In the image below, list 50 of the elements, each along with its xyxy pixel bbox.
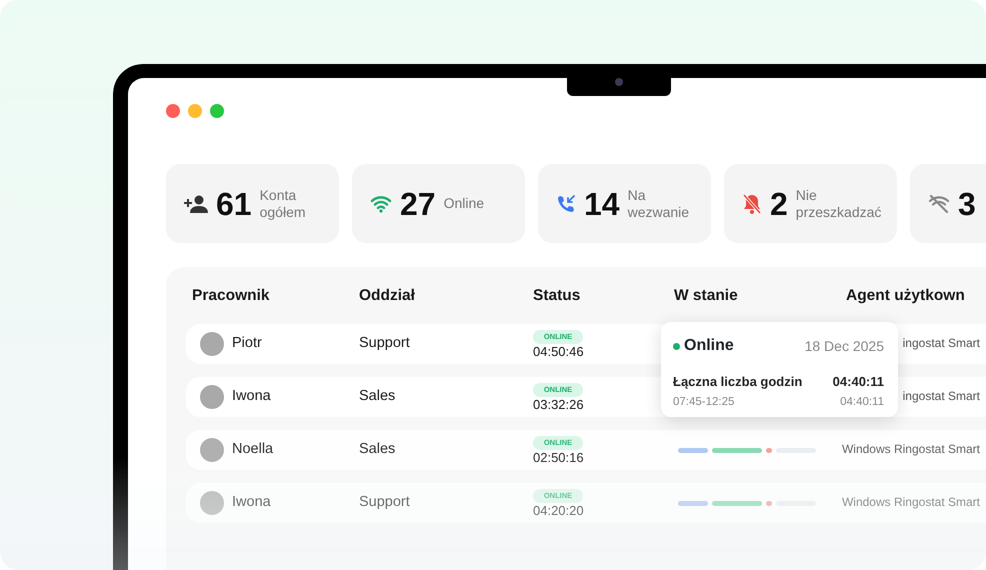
status-time: 04:20:20 xyxy=(533,502,585,518)
time-range: 07:45-12:25 xyxy=(673,394,734,410)
user-agent: Windows Ringostat Smart xyxy=(842,442,981,456)
avatar xyxy=(200,491,224,515)
department: Support xyxy=(359,335,410,352)
department: Sales xyxy=(359,441,396,458)
incoming-call-icon xyxy=(556,194,576,214)
column-header: W stanie xyxy=(674,287,738,304)
avatar xyxy=(200,438,224,462)
stat-label: Online xyxy=(444,195,484,212)
stat-value: 27 xyxy=(400,184,436,224)
status-dot xyxy=(673,342,680,350)
total-hours: 04:40:11 xyxy=(832,373,884,391)
employee-name: Piotr xyxy=(232,334,262,354)
bell-off-icon xyxy=(742,192,762,214)
camera-icon xyxy=(615,78,623,86)
close-button[interactable] xyxy=(166,104,180,118)
employee-name: Iwona xyxy=(232,493,271,512)
avatar xyxy=(200,385,224,409)
minimize-button[interactable] xyxy=(188,104,202,118)
user-agent: Windows Ringostat Smart xyxy=(842,495,981,510)
person-add-icon xyxy=(184,194,208,214)
department: Sales xyxy=(359,388,396,404)
date: 18 Dec 2025 xyxy=(804,336,884,356)
range-hours: 04:40:11 xyxy=(840,394,884,410)
column-header: Oddział xyxy=(359,287,415,304)
user-agent: ingostat Smart xyxy=(902,389,981,404)
status-time: 03:32:26 xyxy=(533,396,585,412)
stat-value: 14 xyxy=(584,184,620,224)
user-agent: ingostat Smart xyxy=(902,336,981,350)
stat-value: 61 xyxy=(216,184,252,224)
column-header: Agent użytkown xyxy=(846,287,965,304)
stat-label: Nie przeszkadzać xyxy=(796,187,882,220)
wifi-off-icon xyxy=(928,194,950,212)
stat-label: Na wezwanie xyxy=(628,187,690,220)
total-label: Łączna liczba godzin xyxy=(673,373,802,391)
department: Support xyxy=(359,494,410,510)
column-header: Pracownik xyxy=(192,287,270,304)
column-header: Status xyxy=(533,287,580,304)
status-time: 02:50:16 xyxy=(533,450,585,464)
employee-name: Noella xyxy=(232,440,274,460)
avatar xyxy=(200,332,224,356)
stat-value: 2 xyxy=(770,184,788,224)
stat-label: Konta ogółem xyxy=(260,187,306,220)
status-time: 04:50:46 xyxy=(533,344,585,358)
maximize-button[interactable] xyxy=(210,104,224,118)
stat-value: 3 xyxy=(958,184,976,224)
status-label: Online xyxy=(684,336,734,356)
wifi-icon xyxy=(370,194,392,212)
employee-name: Iwona xyxy=(232,387,271,406)
